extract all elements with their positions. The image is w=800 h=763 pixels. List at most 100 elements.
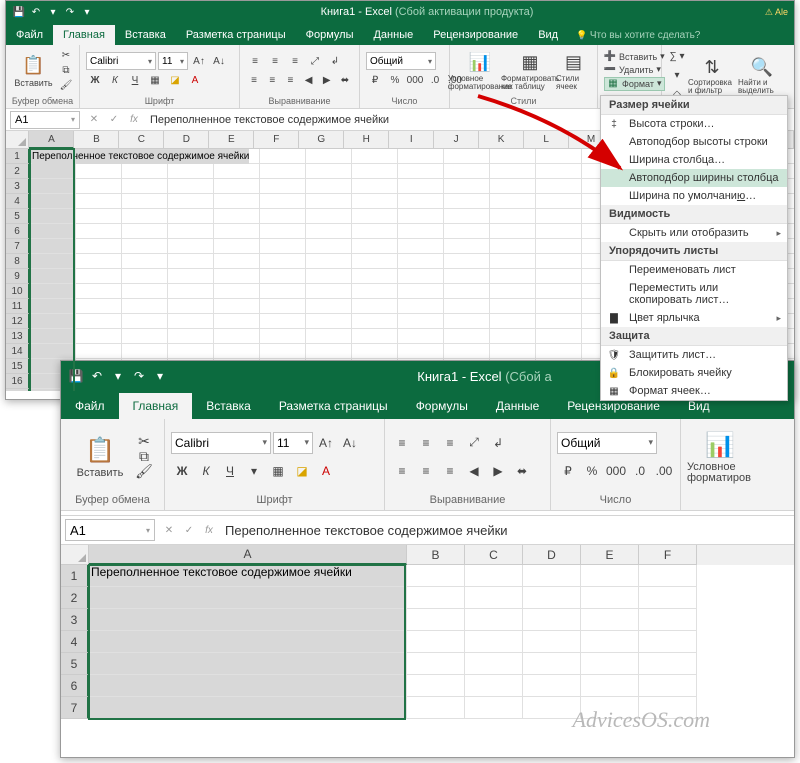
chevron-down-icon[interactable]: ▾ (46, 5, 60, 19)
cell[interactable] (30, 299, 76, 314)
cell[interactable] (536, 194, 582, 209)
menu-row-height[interactable]: ‡Высота строки… (601, 115, 787, 133)
cell[interactable] (465, 653, 523, 675)
cancel-formula-icon[interactable]: ✕ (84, 114, 104, 125)
copy-icon[interactable]: ⧉ (137, 450, 151, 464)
cell[interactable] (306, 239, 352, 254)
cell[interactable] (444, 284, 490, 299)
cell[interactable] (398, 284, 444, 299)
row-header[interactable]: 7 (61, 697, 89, 719)
cell[interactable] (260, 314, 306, 329)
column-header[interactable]: L (524, 131, 569, 149)
cell[interactable] (352, 314, 398, 329)
cell[interactable] (352, 224, 398, 239)
cell[interactable] (122, 209, 168, 224)
increase-decimal-icon[interactable]: .0 (426, 71, 444, 89)
cell[interactable] (76, 284, 122, 299)
cell[interactable] (490, 329, 536, 344)
cell[interactable] (490, 239, 536, 254)
wrap-text-icon[interactable]: ↲ (326, 52, 344, 70)
cell[interactable] (398, 209, 444, 224)
cell[interactable] (76, 254, 122, 269)
align-bottom-icon[interactable]: ≡ (286, 52, 304, 70)
cell[interactable] (490, 164, 536, 179)
menu-col-width[interactable]: ↔Ширина столбца… (601, 151, 787, 169)
cell[interactable] (465, 565, 523, 587)
cell[interactable] (581, 565, 639, 587)
cell[interactable] (76, 344, 122, 359)
format-painter-icon[interactable]: 🖌 (59, 79, 73, 93)
grow-font-icon[interactable]: A↑ (315, 432, 337, 454)
save-icon[interactable]: 💾 (67, 367, 85, 385)
cell[interactable] (76, 209, 122, 224)
cell[interactable] (30, 284, 76, 299)
cell[interactable] (214, 344, 260, 359)
cell[interactable] (76, 224, 122, 239)
cell[interactable] (89, 631, 407, 653)
cell[interactable] (398, 164, 444, 179)
cell[interactable] (30, 344, 76, 359)
cell[interactable] (490, 269, 536, 284)
cell[interactable] (352, 179, 398, 194)
cell[interactable] (444, 239, 490, 254)
tab-insert[interactable]: Вставка (192, 393, 265, 419)
format-as-table-button[interactable]: ▦Форматировать как таблицу (506, 51, 554, 91)
cell[interactable] (444, 344, 490, 359)
cut-icon[interactable]: ✂ (59, 49, 73, 63)
cell[interactable] (490, 224, 536, 239)
cell[interactable] (523, 587, 581, 609)
tab-layout[interactable]: Разметка страницы (176, 25, 296, 45)
menu-lock-cell[interactable]: 🔒Блокировать ячейку (601, 364, 787, 382)
cell[interactable] (352, 194, 398, 209)
row-header[interactable]: 15 (6, 359, 30, 374)
number-format-select[interactable]: Общий▾ (557, 432, 657, 454)
fill-color-icon[interactable]: ◪ (291, 460, 313, 482)
row-header[interactable]: 8 (6, 254, 30, 269)
cell[interactable] (168, 299, 214, 314)
cell[interactable] (536, 329, 582, 344)
fx-icon[interactable]: fx (199, 525, 219, 536)
tab-review[interactable]: Рецензирование (423, 25, 528, 45)
align-right-icon[interactable]: ≡ (439, 460, 461, 482)
cell[interactable] (306, 194, 352, 209)
decrease-indent-icon[interactable]: ◀ (463, 460, 485, 482)
border-icon[interactable]: ▦ (146, 71, 164, 89)
column-header[interactable]: E (581, 545, 639, 565)
cell[interactable] (306, 269, 352, 284)
number-format-select[interactable]: Общий▾ (366, 52, 436, 70)
cell[interactable] (260, 299, 306, 314)
row-header[interactable]: 3 (61, 609, 89, 631)
cell[interactable] (444, 299, 490, 314)
column-header[interactable]: I (389, 131, 434, 149)
cell[interactable] (30, 194, 76, 209)
cell[interactable] (30, 254, 76, 269)
cell[interactable] (398, 194, 444, 209)
column-header[interactable]: H (344, 131, 389, 149)
tab-formulas[interactable]: Формулы (296, 25, 364, 45)
align-right-icon[interactable]: ≡ (282, 71, 298, 89)
redo-icon[interactable]: ↷ (63, 5, 77, 19)
select-all-triangle[interactable] (6, 131, 29, 149)
cell[interactable] (122, 314, 168, 329)
font-color-icon[interactable]: A (186, 71, 204, 89)
font-size-select[interactable]: 11▾ (273, 432, 313, 454)
cell[interactable] (214, 179, 260, 194)
cell[interactable] (306, 254, 352, 269)
cell[interactable] (76, 299, 122, 314)
cut-icon[interactable]: ✂ (137, 435, 151, 449)
cell[interactable] (639, 565, 697, 587)
cell[interactable] (536, 269, 582, 284)
column-header[interactable]: A (29, 131, 74, 149)
cancel-formula-icon[interactable]: ✕ (159, 525, 179, 536)
find-select-button[interactable]: 🔍Найти и выделить (738, 55, 786, 95)
cell[interactable] (465, 631, 523, 653)
chevron-down-icon[interactable]: ▾ (243, 460, 265, 482)
cell[interactable]: Переполненное текстовое содержимое ячейк… (89, 565, 407, 587)
undo-icon[interactable]: ↶ (88, 367, 106, 385)
cell[interactable] (536, 299, 582, 314)
font-size-select[interactable]: 11▾ (158, 52, 188, 70)
font-name-select[interactable]: Calibri▾ (171, 432, 271, 454)
cell[interactable] (490, 314, 536, 329)
chevron-down-icon[interactable]: ▾ (151, 367, 169, 385)
row-header[interactable]: 9 (6, 269, 30, 284)
